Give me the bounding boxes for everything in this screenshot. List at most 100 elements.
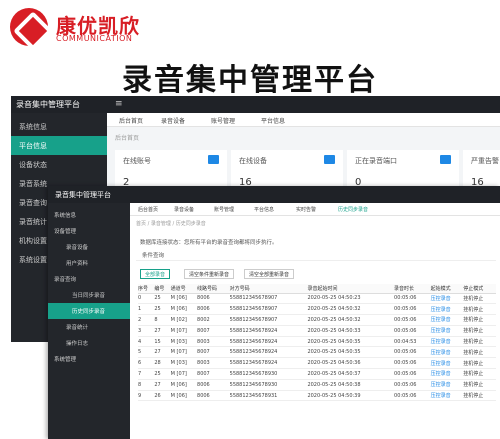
column-header[interactable]: 停止模式 <box>463 284 496 294</box>
tab-home[interactable]: 后台首页 <box>119 116 143 125</box>
sidebar-item-platform-info[interactable]: 平台信息 <box>11 136 107 155</box>
table-row[interactable]: 5 27 M [07] 8007 558812345678924 2020-05-25 0… <box>138 346 496 359</box>
table-cell: 2 <box>138 314 155 326</box>
table-cell: 558812345678907 <box>229 293 308 305</box>
table-cell: 00:05:06 <box>394 357 431 370</box>
stat-card-recording-ports: 正在录音端口 0 <box>347 150 459 190</box>
table-cell: 00:05:06 <box>394 390 431 402</box>
column-header[interactable]: 对方号码 <box>229 284 308 294</box>
table-cell: 2020-05-25 04:50:35 <box>307 346 395 359</box>
table-cell: 8003 <box>197 357 230 370</box>
table-cell: 25 <box>154 303 171 316</box>
table-row[interactable]: 4 15 M [03] 8003 558812345678924 2020-05-25 0… <box>138 336 496 348</box>
brand-mark-icon <box>10 8 48 46</box>
table-cell: 8007 <box>197 325 230 337</box>
table-cell: 2020-05-25 04:50:37 <box>307 368 395 380</box>
sidebar-item-device-mgmt[interactable]: 设备管理 <box>48 223 130 239</box>
filter-section[interactable]: 条件查询 <box>136 248 496 261</box>
table-cell[interactable]: 压控录音 <box>430 303 464 316</box>
table-cell: M [03] <box>170 357 198 370</box>
table-cell: 00:04:53 <box>394 336 431 348</box>
sidebar-item-history-sync[interactable]: 历史同步录音 <box>48 303 130 319</box>
table-cell: 2020-05-25 04:50:35 <box>307 336 395 348</box>
table-row[interactable]: 0 25 M [06] 8006 558812345678907 2020-05-25 0… <box>138 293 496 305</box>
table-cell[interactable]: 压控录音 <box>430 325 464 337</box>
sidebar-item-record-query[interactable]: 录音查询 <box>48 271 130 287</box>
sidebar-item-record-devices[interactable]: 录音设备 <box>48 239 130 255</box>
table-cell: 挂机停止 <box>463 379 496 391</box>
stat-card-severe-alerts: 严重告警 16 <box>463 150 500 190</box>
table-cell: 00:05:06 <box>394 368 431 380</box>
status-note: 数据库连接状态：您所有平台的录音查询都将同步执行。 <box>140 240 278 246</box>
table-cell[interactable]: 压控录音 <box>430 314 464 326</box>
column-header[interactable]: 线路号码 <box>197 284 230 294</box>
table-cell: M [07] <box>170 368 198 380</box>
table-cell: 0 <box>138 293 155 305</box>
sidebar-item-user-data[interactable]: 用户资料 <box>48 255 130 271</box>
table-cell: 8 <box>138 379 155 391</box>
table-row[interactable]: 8 27 M [06] 8006 558812345678930 2020-05-25 0… <box>138 379 496 391</box>
table-cell: 558812345678924 <box>229 325 308 337</box>
card-label: 在线设备 <box>239 157 267 165</box>
table-row[interactable]: 7 25 M [07] 8007 558812345678930 2020-05-25 0… <box>138 368 496 380</box>
tab-platform-info[interactable]: 平台信息 <box>254 206 274 213</box>
table-cell[interactable]: 压控录音 <box>430 368 464 380</box>
sidebar-item-record-stats[interactable]: 录音统计 <box>48 319 130 335</box>
table-cell: 558812345678931 <box>229 390 308 402</box>
table-row[interactable]: 9 26 M [06] 8006 558812345678931 2020-05-25 0… <box>138 390 496 402</box>
table-cell: 8006 <box>197 293 230 305</box>
table-cell: 00:05:06 <box>394 303 431 316</box>
tab-history-sync[interactable]: 历史同步录音 <box>338 206 368 213</box>
clear-all-button[interactable]: 清空全部重新录音 <box>244 269 295 279</box>
table-cell[interactable]: 压控录音 <box>430 357 464 370</box>
sidebar-item-system-info[interactable]: 系统信息 <box>11 117 107 136</box>
column-header[interactable]: 录音时长 <box>394 284 431 294</box>
table-cell: M [02] <box>170 314 198 326</box>
column-header[interactable]: 起始模式 <box>430 284 464 294</box>
clear-conditions-button[interactable]: 清空条件重新录音 <box>184 269 235 279</box>
tab-home[interactable]: 后台首页 <box>138 206 158 213</box>
tab-devices[interactable]: 录音设备 <box>161 116 185 125</box>
table-row[interactable]: 3 27 M [07] 8007 558812345678924 2020-05-25 0… <box>138 325 496 337</box>
table-cell[interactable]: 压控录音 <box>430 336 464 348</box>
table-cell: M [07] <box>170 325 198 337</box>
table-row[interactable]: 6 28 M [03] 8003 558812345678924 2020-05-25 0… <box>138 357 496 370</box>
table-cell: 558812345678924 <box>229 346 308 359</box>
breadcrumb: 首页 / 录音管理 / 历史同步录音 <box>136 221 206 227</box>
column-header[interactable]: 录音起始时间 <box>307 284 395 294</box>
table-cell: 25 <box>154 368 171 380</box>
column-header[interactable]: 编号 <box>154 284 171 294</box>
stat-card-online-accounts: 在线账号 2 <box>115 150 227 190</box>
table-cell[interactable]: 压控录音 <box>430 379 464 391</box>
column-header[interactable]: 序号 <box>138 284 155 294</box>
table-cell[interactable]: 压控录音 <box>430 293 464 305</box>
stat-icon <box>208 155 219 164</box>
table-cell: 3 <box>138 325 155 337</box>
column-header[interactable]: 通道号 <box>170 284 198 294</box>
table-cell[interactable]: 压控录音 <box>430 346 464 359</box>
tab-devices[interactable]: 录音设备 <box>174 206 194 213</box>
table-cell[interactable]: 压控录音 <box>430 390 464 402</box>
table-cell: 28 <box>154 357 171 370</box>
table-row[interactable]: 1 25 M [06] 8006 558812345678907 2020-05-25 0… <box>138 303 496 316</box>
table-cell: 2020-05-25 04:50:38 <box>307 379 395 391</box>
sidebar-item-today-sync[interactable]: 当日同步录音 <box>48 287 130 303</box>
table-cell: 27 <box>154 325 171 337</box>
sidebar-item-operation-log[interactable]: 操作日志 <box>48 335 130 351</box>
all-records-button[interactable]: 全部录音 <box>140 269 171 279</box>
table-cell: 6 <box>138 357 155 370</box>
table-cell: 挂机停止 <box>463 368 496 380</box>
tab-accounts[interactable]: 账号管理 <box>214 206 234 213</box>
sidebar-item-system-info[interactable]: 系统信息 <box>48 207 130 223</box>
table-cell: 25 <box>154 293 171 305</box>
tab-platform-info[interactable]: 平台信息 <box>261 116 285 125</box>
table-row[interactable]: 28M [02] 8002 558812345678907 2020-05-25 04… <box>138 314 496 326</box>
sidebar-item-system-mgmt[interactable]: 系统管理 <box>48 351 130 367</box>
tab-accounts[interactable]: 账号管理 <box>211 116 235 125</box>
tab-realtime-alerts[interactable]: 实时告警 <box>296 206 316 213</box>
sidebar-item-device-status[interactable]: 设备状态 <box>11 155 107 174</box>
table-cell: 2020-05-25 04:50:33 <box>307 325 395 337</box>
card-label: 在线账号 <box>123 157 151 165</box>
menu-toggle-icon[interactable]: ≡ <box>115 99 123 109</box>
table-cell: 挂机停止 <box>463 336 496 348</box>
